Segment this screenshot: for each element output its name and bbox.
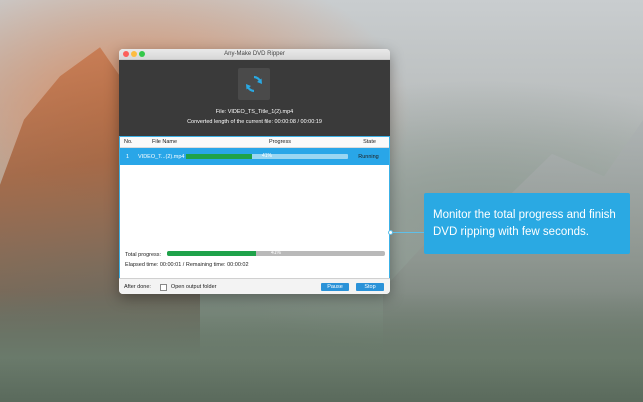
column-progress: Progress — [268, 139, 291, 145]
row-file-name: VIDEO_T...(2).mp4 — [138, 153, 185, 160]
footer-bar: After done: Open output folder Pause Sto… — [119, 278, 390, 294]
table-header: No. File Name Progress State — [120, 137, 389, 148]
convert-refresh-icon — [238, 68, 270, 100]
close-window-button[interactable] — [123, 51, 129, 57]
callout-text: Monitor the total progress and finish DV… — [433, 208, 616, 238]
column-state: State — [363, 139, 376, 145]
total-progress-label: Total progress: — [125, 252, 162, 258]
row-progress-text: 41% — [261, 153, 272, 159]
row-number: 1 — [126, 153, 130, 160]
after-done-label: After done: — [124, 284, 151, 290]
app-window: Any-Make DVD Ripper File: VIDEO_TS_Title… — [119, 49, 390, 294]
column-no: No. — [124, 139, 133, 145]
feature-callout: Monitor the total progress and finish DV… — [424, 193, 630, 254]
total-progress-text: 41% — [270, 250, 281, 256]
pause-button[interactable]: Pause — [321, 283, 349, 291]
callout-connector-line — [390, 232, 424, 233]
current-file-label: File: VIDEO_TS_Title_1(2).mp4 — [215, 109, 294, 115]
window-title: Any-Make DVD Ripper — [224, 51, 285, 57]
callout-connector-dot — [388, 230, 393, 235]
table-row[interactable]: 1 VIDEO_T...(2).mp4 41% Running — [120, 148, 389, 165]
total-progress-bar: 41% — [167, 250, 385, 256]
column-file-name: File Name — [152, 139, 178, 145]
minimize-window-button[interactable] — [131, 51, 137, 57]
open-output-folder-checkbox[interactable] — [159, 283, 167, 291]
time-status-label: Elapsed time: 00:00:01 / Remaining time:… — [125, 262, 249, 268]
row-progress-bar: 41% — [186, 153, 348, 159]
title-bar: Any-Make DVD Ripper — [119, 49, 390, 60]
maximize-window-button[interactable] — [139, 51, 145, 57]
background-valley — [0, 292, 643, 402]
stop-button[interactable]: Stop — [356, 283, 384, 291]
converted-length-label: Converted length of the current file: 00… — [187, 119, 322, 125]
open-output-folder-label[interactable]: Open output folder — [171, 284, 217, 290]
row-state: Running — [358, 153, 379, 160]
conversion-header: File: VIDEO_TS_Title_1(2).mp4 Converted … — [119, 60, 390, 136]
